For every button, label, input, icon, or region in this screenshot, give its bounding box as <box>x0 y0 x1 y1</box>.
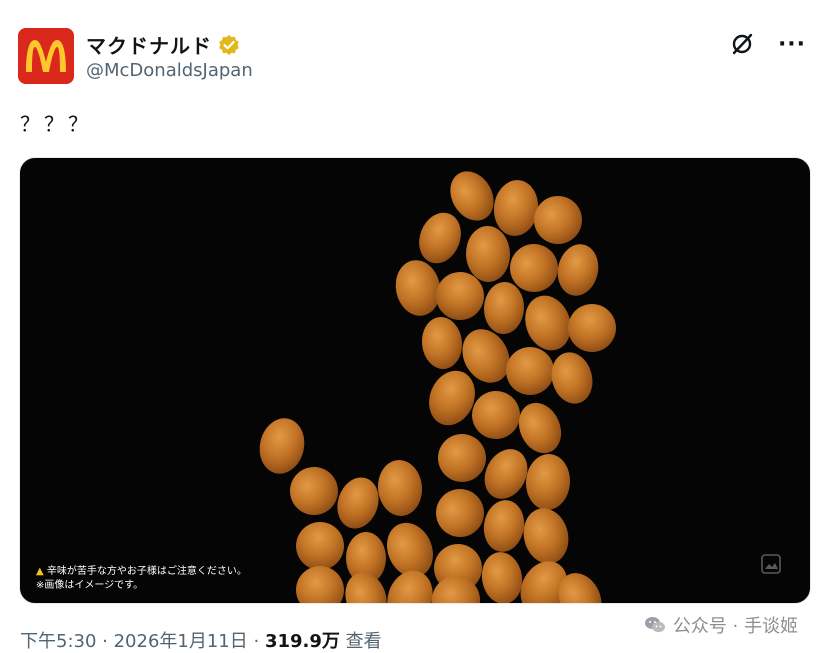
nugget <box>395 260 441 316</box>
caution-line-2: ※画像はイメージです。 <box>36 580 144 591</box>
nugget <box>259 418 305 474</box>
watermark-text: 公众号 · 手谈姬 <box>672 616 798 637</box>
tweet-media-image[interactable]: ▲ 辛味が苦手な方やお子様はご注意ください。 ※画像はイメージです。 <box>19 157 811 604</box>
avatar[interactable] <box>18 28 74 84</box>
nugget <box>483 500 525 552</box>
nugget <box>483 282 525 334</box>
views-label: 查看 <box>345 631 382 652</box>
nugget <box>465 226 511 282</box>
mcdonalds-logo-icon <box>18 28 74 84</box>
meta-separator-2: · <box>247 631 265 652</box>
meta-separator: · <box>96 631 114 652</box>
nugget <box>525 454 571 510</box>
views-count: 319.9万 <box>264 631 340 652</box>
nugget <box>557 244 599 296</box>
nugget <box>568 304 616 352</box>
post-actions: ··· <box>726 28 808 60</box>
nugget <box>481 552 523 603</box>
nugget <box>377 460 423 516</box>
more-icon[interactable]: ··· <box>776 28 808 60</box>
media-expand-icon[interactable] <box>760 553 782 575</box>
wechat-watermark: 公众号 · 手谈姬 <box>643 612 798 638</box>
caution-notice: ▲ 辛味が苦手な方やお子様はご注意ください。 ※画像はイメージです。 <box>36 565 247 593</box>
caution-line-1: 辛味が苦手な方やお子様はご注意ください。 <box>46 566 247 577</box>
nugget <box>290 467 338 515</box>
nugget <box>551 352 593 404</box>
nugget <box>421 317 463 369</box>
display-name[interactable]: マクドナルド <box>86 30 240 59</box>
nugget <box>438 434 486 482</box>
grok-icon[interactable] <box>726 28 758 60</box>
nugget <box>518 402 562 454</box>
verified-badge-icon <box>218 34 240 56</box>
nugget <box>484 449 528 499</box>
warning-icon: ▲ <box>36 566 44 577</box>
tweet-post: マクドナルド @McDonaldsJapan ··· ？？？ ▲ 辛味が苦手な方… <box>0 0 820 653</box>
handle[interactable]: @McDonaldsJapan <box>86 60 253 81</box>
nugget <box>493 180 539 236</box>
tweet-meta: 下午5:30 · 2026年1月11日 · 319.9万 查看 <box>20 627 382 653</box>
nugget <box>337 477 379 529</box>
tweet-date[interactable]: 2026年1月11日 <box>114 631 248 652</box>
nugget-arrangement-image <box>259 171 616 603</box>
nugget <box>523 508 569 564</box>
nugget <box>419 212 461 264</box>
tweet-text: ？？？ <box>20 112 92 136</box>
nugget <box>506 347 554 395</box>
nugget <box>296 566 344 603</box>
nugget <box>472 391 520 439</box>
display-name-text: マクドナルド <box>86 34 212 58</box>
tweet-time[interactable]: 下午5:30 <box>20 631 96 652</box>
nugget-cluster <box>259 171 616 603</box>
wechat-icon <box>644 617 665 633</box>
more-label: ··· <box>777 31 807 57</box>
nugget <box>436 489 484 537</box>
